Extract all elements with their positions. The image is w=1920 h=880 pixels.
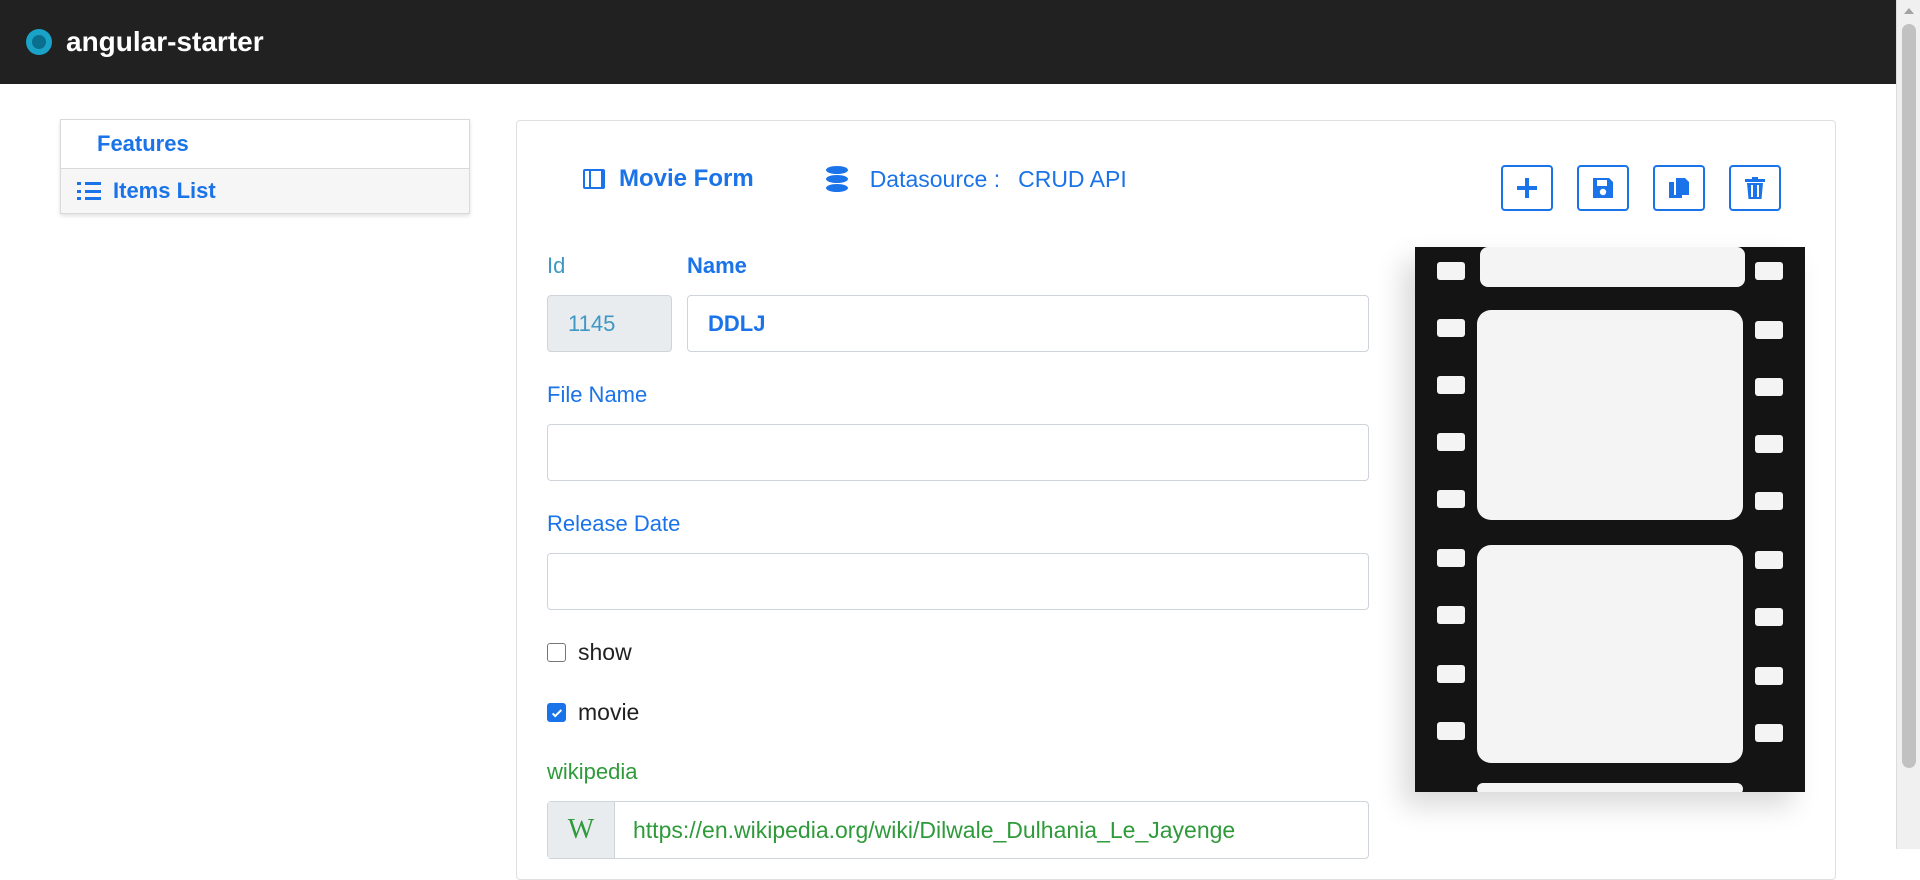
release-date-field[interactable] — [547, 553, 1369, 610]
scrollbar-thumb[interactable] — [1902, 24, 1916, 768]
datasource-value: CRUD API — [1018, 165, 1127, 192]
name-field[interactable]: DDLJ — [687, 295, 1369, 352]
checkmark-icon — [551, 708, 562, 718]
id-field[interactable]: 1145 — [547, 295, 672, 352]
film-strip-image — [1415, 247, 1805, 795]
wikipedia-input-group: W https://en.wikipedia.org/wiki/Dilwale_… — [547, 801, 1369, 859]
movie-form-card: Movie Form Datasource : CRUD API Id Name… — [516, 120, 1836, 880]
movie-checkbox-row[interactable]: movie — [547, 699, 639, 726]
film-icon — [583, 169, 605, 189]
sidebar: Features Items List — [60, 119, 470, 214]
trash-icon — [1745, 177, 1765, 199]
file-name-label: File Name — [547, 382, 648, 407]
copy-button[interactable] — [1653, 165, 1705, 211]
show-checkbox-row[interactable]: show — [547, 639, 632, 666]
scroll-up-icon[interactable] — [1904, 8, 1914, 14]
plus-icon — [1517, 178, 1537, 198]
card-header: Movie Form Datasource : CRUD API — [583, 165, 1127, 193]
movie-checkbox[interactable] — [547, 703, 566, 722]
datasource-label: Datasource : — [869, 165, 1001, 192]
copy-icon — [1669, 178, 1689, 198]
wikipedia-url-field[interactable]: https://en.wikipedia.org/wiki/Dilwale_Du… — [615, 802, 1368, 858]
release-date-label: Release Date — [547, 511, 681, 536]
movie-label: movie — [578, 699, 640, 725]
app-logo-icon[interactable] — [26, 29, 52, 55]
wikipedia-icon: W — [548, 802, 615, 858]
sidebar-item-items-list[interactable]: Items List — [61, 169, 469, 213]
show-checkbox[interactable] — [547, 643, 566, 662]
file-name-field[interactable] — [547, 424, 1369, 481]
form-title: Movie Form — [619, 165, 754, 192]
top-navbar: angular-starter — [0, 0, 1896, 84]
save-button[interactable] — [1577, 165, 1629, 211]
sidebar-header-features[interactable]: Features — [61, 120, 469, 169]
app-title[interactable]: angular-starter — [66, 26, 264, 58]
sidebar-item-label: Items List — [113, 178, 216, 203]
show-label: show — [578, 639, 632, 665]
wikipedia-label: wikipedia — [547, 759, 638, 784]
movie-poster-image — [1415, 247, 1805, 795]
name-label: Name — [687, 253, 747, 278]
add-button[interactable] — [1501, 165, 1553, 211]
page-scrollbar[interactable] — [1896, 0, 1920, 849]
id-label: Id — [547, 253, 566, 278]
delete-button[interactable] — [1729, 165, 1781, 211]
list-icon — [77, 182, 101, 200]
database-icon — [825, 166, 848, 192]
save-icon — [1593, 178, 1613, 198]
